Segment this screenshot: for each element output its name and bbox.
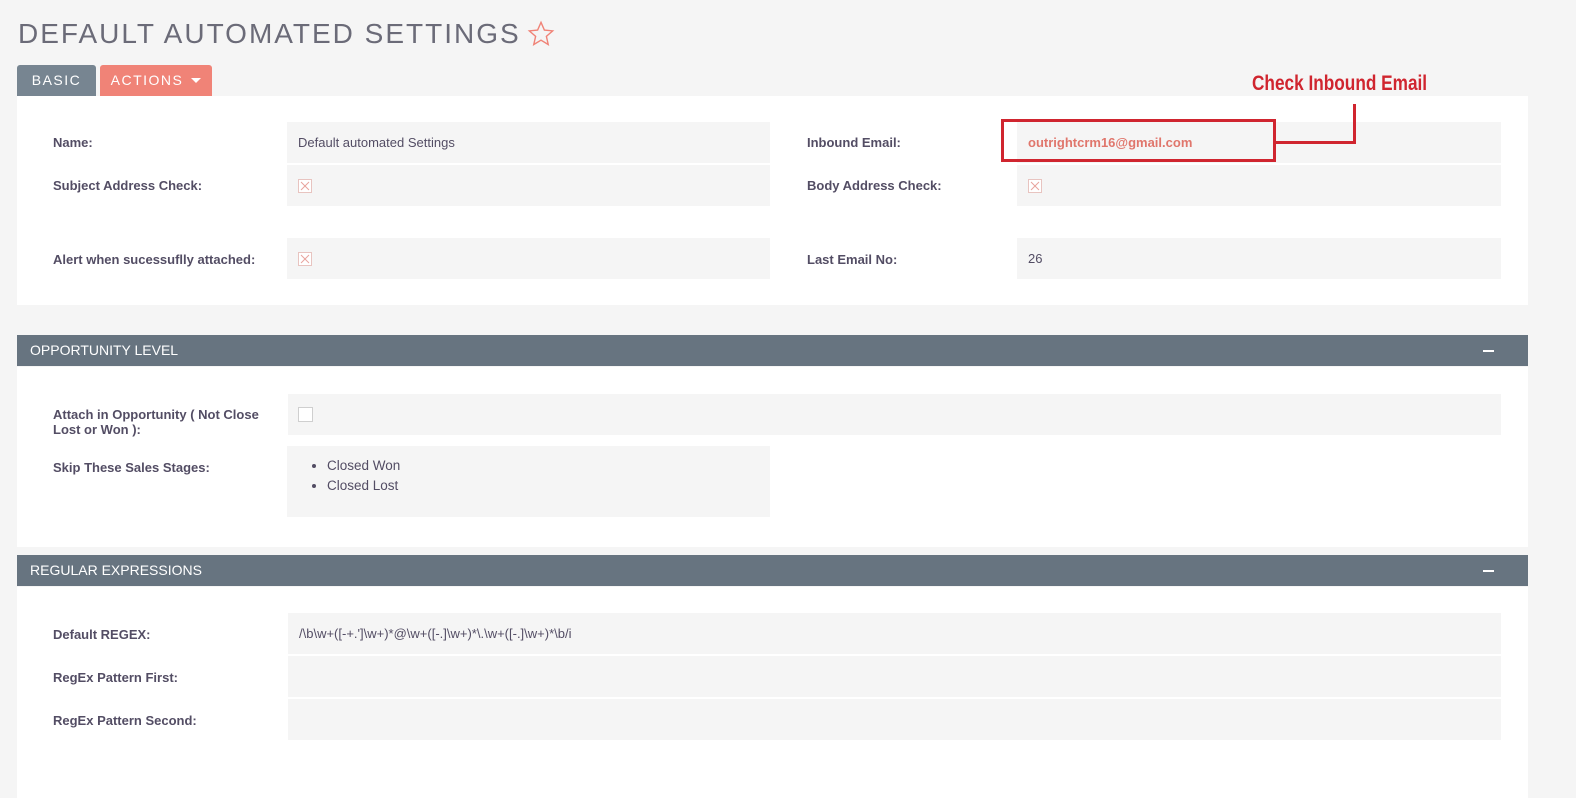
name-value: Default automated Settings bbox=[287, 122, 770, 163]
name-label: Name: bbox=[53, 135, 93, 150]
actions-label: ACTIONS bbox=[110, 72, 184, 88]
attach-opportunity-label: Attach in Opportunity ( Not Close Lost o… bbox=[53, 407, 259, 437]
actions-dropdown-button[interactable]: ACTIONS bbox=[100, 65, 212, 96]
subject-address-check-field bbox=[287, 165, 770, 206]
regular-expressions-header[interactable]: REGULAR EXPRESSIONS bbox=[17, 555, 1528, 586]
skip-sales-stages-field: Closed Won Closed Lost bbox=[287, 446, 770, 517]
tab-bar: BASIC ACTIONS bbox=[17, 65, 212, 96]
checked-x-icon bbox=[1028, 178, 1042, 193]
page: DEFAULT AUTOMATED SETTINGS BASIC ACTIONS… bbox=[0, 0, 1576, 798]
checked-x-icon bbox=[298, 178, 312, 193]
inbound-email-label: Inbound Email: bbox=[807, 135, 901, 150]
regex-second-label: RegEx Pattern Second: bbox=[53, 713, 197, 728]
default-regex-label: Default REGEX: bbox=[53, 627, 151, 642]
attach-opportunity-field bbox=[288, 394, 1501, 435]
body-address-check-label: Body Address Check: bbox=[807, 178, 942, 193]
last-email-no-value: 26 bbox=[1017, 238, 1501, 279]
regex-second-value bbox=[288, 699, 1501, 740]
skip-sales-stages-label: Skip These Sales Stages: bbox=[53, 460, 210, 475]
checkbox-empty-icon bbox=[298, 407, 313, 422]
last-email-no-label: Last Email No: bbox=[807, 252, 898, 267]
body-address-check-field bbox=[1017, 165, 1501, 206]
collapse-minus-icon[interactable] bbox=[1483, 350, 1494, 352]
annotation-connector-vertical bbox=[1353, 104, 1356, 144]
regex-first-value bbox=[288, 656, 1501, 697]
alert-attached-field bbox=[287, 238, 770, 279]
caret-down-icon bbox=[191, 78, 202, 83]
sales-stages-list: Closed Won Closed Lost bbox=[287, 456, 400, 496]
default-regex-value: /\b\w+([-+.']\w+)*@\w+([-.]\w+)*\.\w+([-… bbox=[288, 613, 1501, 654]
regular-expressions-title: REGULAR EXPRESSIONS bbox=[30, 562, 202, 578]
attach-opportunity-label-line2: Lost or Won ): bbox=[53, 422, 141, 437]
alert-attached-label: Alert when sucessuflly attached: bbox=[53, 252, 256, 267]
collapse-minus-icon[interactable] bbox=[1483, 570, 1494, 572]
subject-address-check-label: Subject Address Check: bbox=[53, 178, 203, 193]
tab-basic[interactable]: BASIC bbox=[17, 65, 96, 96]
list-item: Closed Won bbox=[327, 456, 400, 476]
favorite-star-icon[interactable] bbox=[527, 20, 555, 48]
opportunity-level-header[interactable]: OPPORTUNITY LEVEL bbox=[17, 335, 1528, 366]
annotation-highlight-box bbox=[1001, 119, 1276, 162]
page-title: DEFAULT AUTOMATED SETTINGS bbox=[18, 18, 555, 50]
page-title-text: DEFAULT AUTOMATED SETTINGS bbox=[18, 18, 521, 49]
annotation-connector-horizontal bbox=[1276, 141, 1356, 144]
checked-x-icon bbox=[298, 251, 312, 266]
annotation-callout-text: Check Inbound Email bbox=[1252, 72, 1428, 95]
attach-opportunity-label-line1: Attach in Opportunity ( Not Close bbox=[53, 407, 259, 422]
opportunity-level-title: OPPORTUNITY LEVEL bbox=[30, 342, 179, 358]
list-item: Closed Lost bbox=[327, 476, 400, 496]
regex-first-label: RegEx Pattern First: bbox=[53, 670, 178, 685]
